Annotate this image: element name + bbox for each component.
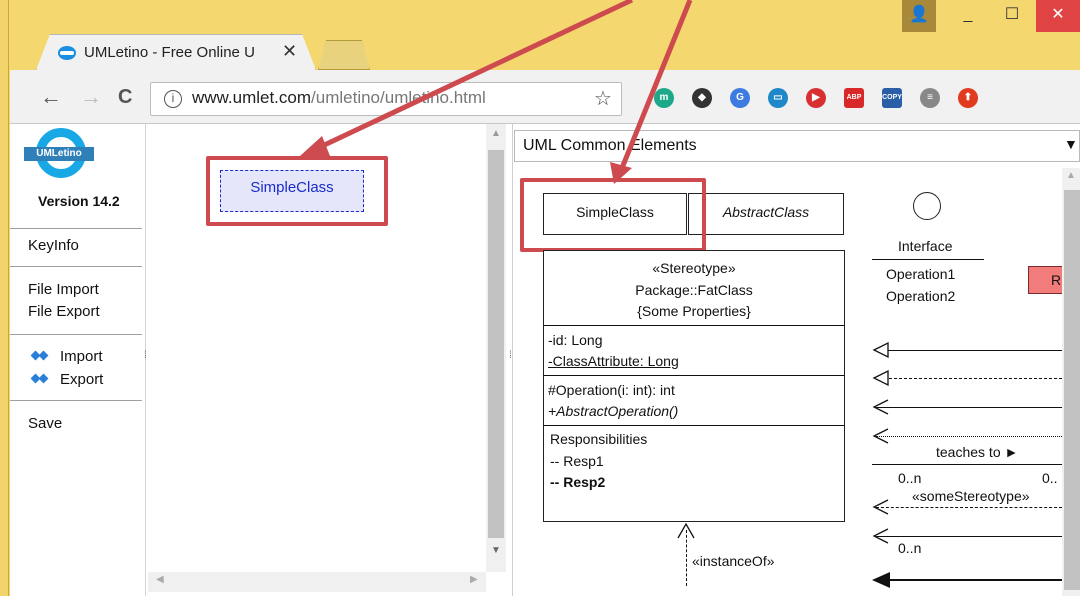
interface-op-2: Operation2: [886, 288, 956, 304]
fatclass-name: Package::FatClass: [635, 282, 753, 298]
divider: [10, 334, 142, 335]
extension-icon[interactable]: G: [730, 88, 750, 108]
site-favicon-icon: [58, 46, 76, 60]
fatclass-op-1: #Operation(i: int): int: [548, 382, 675, 398]
relation-mult-right: 0..: [1042, 470, 1058, 486]
extension-icon[interactable]: COPY: [882, 88, 902, 108]
resize-grip-icon[interactable]: ⁞: [144, 350, 147, 361]
extension-icon[interactable]: ⬆: [958, 88, 978, 108]
maximize-button[interactable]: ☐: [990, 0, 1034, 32]
save-link[interactable]: Save: [28, 413, 62, 435]
instanceof-line[interactable]: [686, 530, 687, 586]
version-label: Version 14.2: [38, 193, 120, 209]
fatclass-resp-title: Responsibilities: [550, 431, 648, 447]
fatclass-attr-2: -ClassAttribute: Long: [548, 353, 679, 369]
logo-text: UMLetino: [24, 147, 94, 161]
relation-association-named[interactable]: [872, 464, 1062, 466]
fatclass-resp-2: -- Resp2: [550, 474, 606, 490]
highlight-box: [520, 178, 706, 252]
interface-divider: [872, 259, 984, 261]
relation-association[interactable]: [876, 407, 1062, 409]
user-profile-icon[interactable]: 👤: [902, 0, 936, 32]
highlight-box: [206, 156, 388, 226]
relation-realization[interactable]: [884, 378, 1062, 379]
scroll-up-icon[interactable]: ▲: [1066, 170, 1076, 181]
dropbox-icon: [32, 350, 48, 362]
interface-circle-icon[interactable]: [913, 192, 941, 220]
relation-dependency[interactable]: [876, 436, 1062, 437]
scroll-up-icon[interactable]: ▲: [491, 128, 501, 139]
divider: [10, 400, 142, 401]
reload-button[interactable]: C: [118, 86, 132, 109]
diagram-horizontal-scrollbar[interactable]: [148, 572, 486, 592]
tab-close-icon[interactable]: ✕: [282, 41, 297, 62]
extension-icon[interactable]: ▶: [806, 88, 826, 108]
dropbox-export-link[interactable]: Export: [60, 369, 103, 391]
interface-label: Interface: [898, 238, 953, 254]
relation-mult-bottom: 0..n: [898, 540, 922, 556]
palette-select[interactable]: UML Common Elements: [514, 130, 1080, 162]
relation-stereotype-label: «someStereotype»: [912, 488, 1030, 504]
fatclass-op-2: +AbstractOperation(): [548, 403, 679, 419]
interface-op-1: Operation1: [886, 266, 956, 282]
bookmark-star-icon[interactable]: ☆: [594, 86, 612, 111]
diagram-scroll-thumb[interactable]: [488, 150, 504, 538]
palette-abstractclass[interactable]: AbstractClass: [688, 193, 844, 235]
fatclass-divider: [543, 425, 845, 427]
instanceof-label: «instanceOf»: [692, 553, 775, 569]
extension-icon[interactable]: ABP: [844, 88, 864, 108]
back-button[interactable]: ←: [40, 84, 62, 110]
relation-filled[interactable]: [876, 579, 1062, 581]
relation-mult-left: 0..n: [898, 470, 922, 486]
dropdown-arrow-icon[interactable]: ▼: [1064, 136, 1078, 152]
relation-teaches-label: teaches to ►: [936, 444, 1019, 460]
fatclass-attr-1: -id: Long: [548, 332, 603, 348]
tab-title: UMLetino - Free Online U: [84, 44, 255, 61]
keyinfo-link[interactable]: KeyInfo: [28, 235, 79, 257]
file-import-link[interactable]: File Import: [28, 279, 99, 301]
url-text: www.umlet.com/umletino/umletino.html: [192, 88, 486, 107]
scroll-right-icon[interactable]: ▶: [470, 574, 478, 585]
relation-generalization[interactable]: [884, 350, 1062, 352]
file-export-link[interactable]: File Export: [28, 301, 100, 323]
close-window-button[interactable]: ✕: [1036, 0, 1080, 32]
palette-scroll-thumb[interactable]: [1064, 190, 1080, 590]
dropbox-icon: [32, 373, 48, 385]
fatclass-divider: [543, 325, 845, 327]
extension-icon[interactable]: ≡: [920, 88, 940, 108]
relation-stereotyped[interactable]: [876, 507, 1062, 508]
scroll-left-icon[interactable]: ◀: [156, 574, 164, 585]
scroll-down-icon[interactable]: ▼: [491, 545, 501, 556]
minimize-button[interactable]: _: [946, 0, 990, 32]
fatclass-properties: {Some Properties}: [637, 303, 751, 319]
divider: [10, 266, 142, 267]
forward-button[interactable]: →: [80, 84, 102, 110]
site-info-icon[interactable]: i: [164, 90, 182, 108]
extension-icon[interactable]: ◆: [692, 88, 712, 108]
extension-icon[interactable]: ▭: [768, 88, 788, 108]
fatclass-divider: [543, 375, 845, 377]
dropbox-import-link[interactable]: Import: [60, 346, 103, 368]
extension-icon[interactable]: m: [654, 88, 674, 108]
divider: [10, 228, 142, 229]
new-tab-button[interactable]: [318, 40, 370, 70]
fatclass-resp-1: -- Resp1: [550, 453, 604, 469]
relation-directed[interactable]: [876, 536, 1062, 538]
fatclass-stereotype: «Stereotype»: [652, 260, 736, 276]
